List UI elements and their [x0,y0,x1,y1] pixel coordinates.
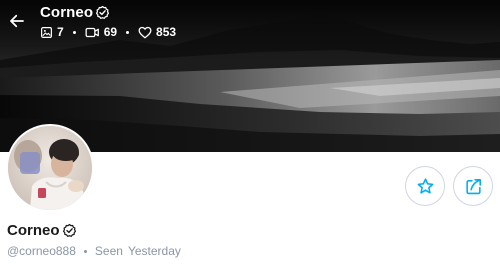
stat-likes-count: 853 [156,25,177,39]
stat-likes: 853 [138,25,176,39]
avatar[interactable] [6,124,94,212]
cover-image: Corneo 7 69 853 [0,0,500,152]
last-seen-label: Seen [94,244,123,258]
avatar-photo [8,126,92,210]
stat-photos-count: 7 [57,25,64,39]
meta-separator [83,249,87,253]
stat-separator [72,30,76,34]
stat-videos-count: 69 [103,25,118,39]
verified-icon [62,223,77,238]
header-title: Corneo [40,2,110,22]
profile-name: Corneo [7,221,60,239]
profile-meta: @corneo888 Seen Yesterday [7,243,181,259]
video-icon [85,27,99,37]
arrow-left-icon [10,14,24,28]
verified-icon [95,5,110,20]
back-button[interactable] [6,10,28,32]
favorite-button[interactable] [405,166,445,206]
last-seen-value: Yesterday [127,244,181,258]
profile-stats: 7 69 853 [40,24,176,40]
star-icon [417,177,433,194]
share-button[interactable] [453,166,493,206]
stat-videos: 69 [85,25,117,39]
stat-separator [126,30,130,34]
image-icon [41,26,52,38]
header-username: Corneo [40,3,94,21]
heart-icon [138,26,152,38]
profile-handle: @corneo888 [7,244,76,258]
profile-page: Corneo 7 69 853 Corneo @corneo888 Seen Y… [0,0,500,266]
stat-photos: 7 [40,25,64,39]
cover-top-bar: Corneo 7 69 853 [0,0,500,50]
profile-name-row: Corneo [7,220,77,240]
share-icon [465,178,481,194]
